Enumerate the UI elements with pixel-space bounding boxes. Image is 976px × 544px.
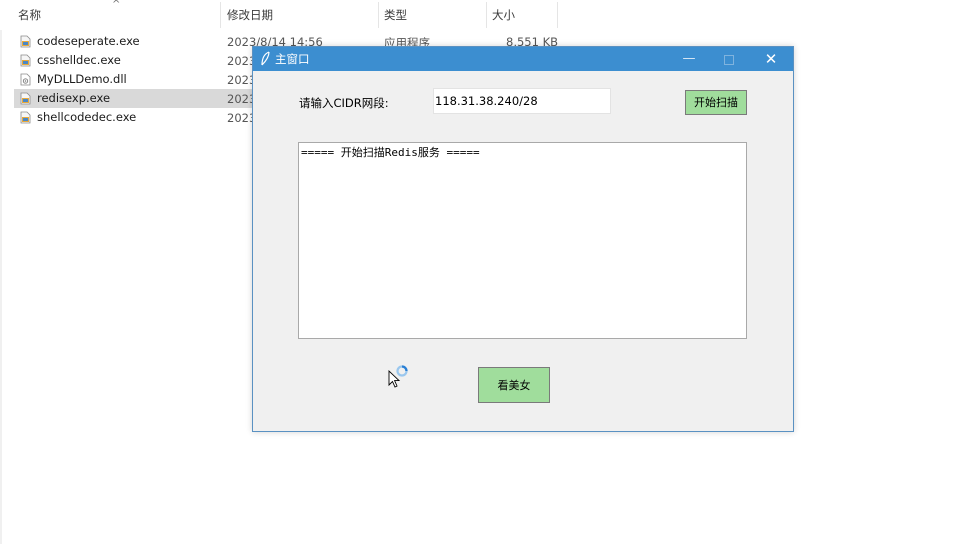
column-date[interactable]: 修改日期 [227, 7, 273, 23]
file-name: MyDLLDemo.dll [37, 72, 127, 86]
file-name: codeseperate.exe [37, 34, 140, 48]
feather-icon [261, 51, 270, 66]
exe-icon [20, 111, 31, 124]
scan-output-textarea[interactable]: ===== 开始扫描Redis服务 ===== [298, 142, 747, 339]
title-bar[interactable]: 主窗口 — ✕ [253, 47, 793, 71]
column-type[interactable]: 类型 [384, 7, 407, 23]
explorer-edge [0, 30, 2, 544]
column-divider[interactable] [220, 2, 221, 28]
maximize-button[interactable] [709, 47, 749, 71]
main-window: 主窗口 — ✕ 请输入CIDR网段: 开始扫描 ===== 开始扫描Redis服… [252, 46, 794, 432]
window-title: 主窗口 [275, 52, 310, 66]
column-divider[interactable] [557, 2, 558, 28]
cidr-label: 请输入CIDR网段: [299, 96, 389, 110]
file-name: csshelldec.exe [37, 53, 121, 67]
start-scan-button[interactable]: 开始扫描 [685, 90, 747, 115]
exe-icon [20, 35, 31, 48]
file-name: redisexp.exe [37, 91, 111, 105]
column-divider[interactable] [486, 2, 487, 28]
column-header: 名称 ^ 修改日期 类型 大小 [0, 0, 560, 30]
sort-ascending-icon: ^ [112, 0, 121, 10]
close-button[interactable]: ✕ [751, 47, 791, 71]
busy-cursor-icon [388, 365, 408, 388]
column-size[interactable]: 大小 [492, 7, 515, 23]
dll-icon [20, 73, 31, 86]
exe-icon [20, 92, 31, 105]
column-name[interactable]: 名称 [18, 7, 41, 23]
exe-icon [20, 54, 31, 67]
view-girl-button[interactable]: 看美女 [478, 367, 550, 403]
file-name: shellcodedec.exe [37, 110, 137, 124]
maximize-icon [724, 55, 734, 65]
cidr-input[interactable] [433, 88, 611, 114]
minimize-button[interactable]: — [669, 47, 709, 71]
file-row-selected[interactable]: redisexp.exe [14, 89, 252, 108]
column-divider[interactable] [378, 2, 379, 28]
